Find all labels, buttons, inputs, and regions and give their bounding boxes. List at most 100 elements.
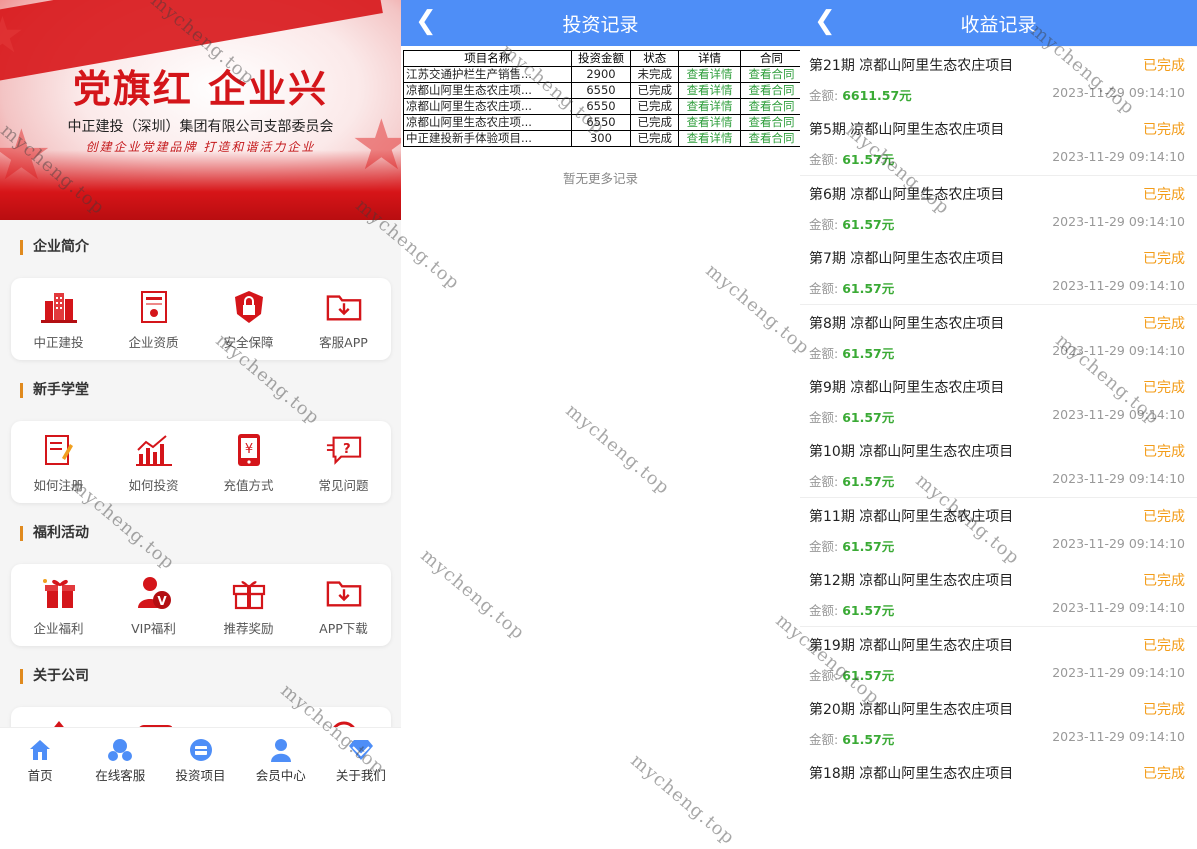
view-detail-link[interactable]: 查看详情 [678, 82, 742, 99]
amount-row: 金额: 61.57元 [809, 600, 894, 619]
project-name-cell: 凉都山阿里生态农庄项... [403, 114, 572, 131]
record-date: 2023-11-29 09:14:10 [1052, 664, 1185, 680]
home-screen: ★ ★ ★ 党旗红 企业兴 中正建投（深圳）集团有限公司支部委员会 创建企业党建… [0, 0, 401, 794]
status-badge: 已完成 [1143, 58, 1185, 74]
tab-home[interactable]: 首页 [0, 728, 80, 794]
record-title: 第9期 凉都山阿里生态农庄项目 [809, 380, 1005, 396]
view-contract-link[interactable]: 查看合同 [740, 66, 800, 83]
no-more-records: 暂无更多记录 [562, 171, 638, 186]
amount-label: 金额: [809, 732, 839, 747]
status-cell: 已完成 [630, 82, 680, 99]
newbie-card: 如何注册 如何投资 ¥ 充值方式 ? 常见问题 [11, 421, 391, 503]
amount-value: 61.57元 [842, 603, 895, 619]
record-date: 2023-11-29 09:14:10 [1052, 342, 1185, 358]
column-header: 项目名称 [403, 50, 572, 67]
amount-label: 金额: [809, 281, 839, 297]
download-box-icon [326, 290, 362, 324]
amount-cell: 2900 [570, 66, 632, 83]
question-bubble-icon: ? [326, 433, 362, 467]
grid-item-zhongzheng[interactable]: 中正建投 [11, 278, 106, 360]
view-contract-link[interactable]: 查看合同 [740, 82, 800, 99]
amount-label: 金额: [809, 152, 839, 168]
view-detail-link[interactable]: 查看详情 [678, 130, 742, 147]
svg-text:V: V [157, 594, 167, 608]
list-item: 第12期 凉都山阿里生态农庄项目 已完成 金额: 61.57元 2023-11-29 0… [800, 562, 1197, 628]
column-header: 合同 [740, 50, 800, 67]
record-title: 第18期 凉都山阿里生态农庄项目 [809, 766, 1014, 783]
grid-item-security[interactable]: 安全保障 [201, 278, 296, 360]
amount-value: 61.57元 [842, 216, 895, 232]
amount-cell: 6550 [570, 82, 632, 99]
status-badge: 已完成 [1143, 186, 1185, 203]
view-contract-link[interactable]: 查看合同 [740, 114, 800, 131]
column-header: 详情 [678, 50, 742, 67]
investment-records-screen: ❮ 投资记录 项目名称 投资金额 状态 详情 合同 江苏交通护栏生产销售... 2… [401, 0, 800, 794]
record-title: 第8期 凉都山阿里生态农庄项目 [809, 315, 1005, 332]
list-item: 第8期 凉都山阿里生态农庄项目 已完成 金额: 61.57元 2023-11-29 09… [800, 304, 1197, 370]
view-detail-link[interactable]: 查看详情 [678, 66, 742, 83]
amount-row: 金额: 61.57元 [809, 536, 894, 555]
table-row: 江苏交通护栏生产销售... 2900 未完成 查看详情 查看合同 [403, 66, 800, 83]
amount-value: 61.57元 [842, 667, 895, 683]
welfare-card: 企业福利 V VIP福利 推荐奖励 APP下载 [11, 564, 391, 646]
amount-row: 金额: 61.57元 [809, 729, 894, 748]
record-title: 第5期 凉都山阿里生态农庄项目 [809, 122, 1005, 139]
grid-item-qualification[interactable]: 企业资质 [106, 278, 201, 360]
certificate-icon [136, 290, 172, 324]
list-item: 第18期 凉都山阿里生态农庄项目 已完成 [800, 755, 1197, 794]
table-row: 中正建投新手体验项目... 300 已完成 查看详情 查看合同 [403, 130, 800, 147]
tab-member-center[interactable]: 会员中心 [241, 728, 321, 794]
record-date: 2023-11-29 09:14:10 [1052, 149, 1185, 165]
status-badge: 已完成 [1143, 766, 1185, 783]
record-date: 2023-11-29 09:14:10 [1052, 407, 1185, 422]
amount-value: 61.57元 [842, 345, 895, 361]
company-intro-card: 中正建投 企业资质 安全保障 客服APP [11, 278, 391, 360]
section-title: 新手学堂 [20, 383, 89, 398]
grid-item-vip-welfare[interactable]: V VIP福利 [106, 564, 201, 646]
grid-item-recharge[interactable]: ¥ 充值方式 [201, 421, 296, 503]
shield-lock-icon [231, 290, 267, 324]
record-title: 第19期 凉都山阿里生态农庄项目 [809, 637, 1014, 654]
status-cell: 已完成 [630, 114, 680, 131]
tab-invest-projects[interactable]: 投资项目 [160, 728, 240, 794]
svg-text:¥: ¥ [244, 442, 252, 457]
view-detail-link[interactable]: 查看详情 [678, 114, 742, 131]
page-title: 收益记录 [960, 14, 1037, 36]
list-item: 第5期 凉都山阿里生态农庄项目 已完成 金额: 61.57元 2023-11-29 09… [800, 111, 1197, 177]
tab-about-us[interactable]: 关于我们 [321, 728, 401, 794]
project-name-cell: 江苏交通护栏生产销售... [403, 66, 572, 83]
grid-item-referral[interactable]: 推荐奖励 [201, 564, 296, 646]
grid-item-how-register[interactable]: 如何注册 [11, 421, 106, 503]
phone-yen-icon: ¥ [231, 433, 267, 467]
amount-row: 金额: 6611.57元 [809, 85, 912, 104]
grid-item-how-invest[interactable]: 如何投资 [106, 421, 201, 503]
record-title: 第12期 凉都山阿里生态农庄项目 [809, 573, 1014, 590]
view-contract-link[interactable]: 查看合同 [740, 130, 800, 147]
view-detail-link[interactable]: 查看详情 [678, 98, 742, 115]
banner-title: 党旗红 企业兴 [72, 66, 329, 111]
support-icon [108, 739, 133, 761]
project-name-cell: 凉都山阿里生态农庄项... [403, 82, 572, 99]
amount-value: 61.57元 [842, 410, 895, 425]
banner-slogan: 创建企业党建品牌 打造和谐活力企业 [85, 140, 316, 154]
amount-label: 金额: [809, 474, 839, 490]
record-date: 2023-11-29 09:14:10 [1052, 535, 1185, 551]
diamond-icon [348, 740, 373, 760]
grid-item-app-download[interactable]: APP下载 [296, 564, 391, 646]
banner-subtitle: 中正建投（深圳）集团有限公司支部委员会 [67, 119, 334, 135]
list-item: 第10期 凉都山阿里生态农庄项目 已完成 金额: 61.57元 2023-11-29 0… [800, 433, 1197, 499]
record-title: 第10期 凉都山阿里生态农庄项目 [809, 444, 1014, 461]
view-contract-link[interactable]: 查看合同 [740, 98, 800, 115]
tab-online-service[interactable]: 在线客服 [80, 728, 160, 794]
column-header: 投资金额 [570, 50, 632, 67]
status-badge: 已完成 [1143, 380, 1185, 396]
amount-cell: 300 [570, 130, 632, 147]
header-bar: ❮ 收益记录 [800, 0, 1197, 46]
amount-label: 金额: [809, 345, 839, 361]
grid-item-enterprise-welfare[interactable]: 企业福利 [11, 564, 106, 646]
amount-row: 金额: 61.57元 [809, 343, 894, 362]
grid-item-service-app[interactable]: 客服APP [296, 278, 391, 360]
grid-item-faq[interactable]: ? 常见问题 [296, 421, 391, 503]
table-row: 凉都山阿里生态农庄项... 6550 已完成 查看详情 查看合同 [403, 82, 800, 99]
list-item: 第6期 凉都山阿里生态农庄项目 已完成 金额: 61.57元 2023-11-29 09… [800, 175, 1197, 241]
